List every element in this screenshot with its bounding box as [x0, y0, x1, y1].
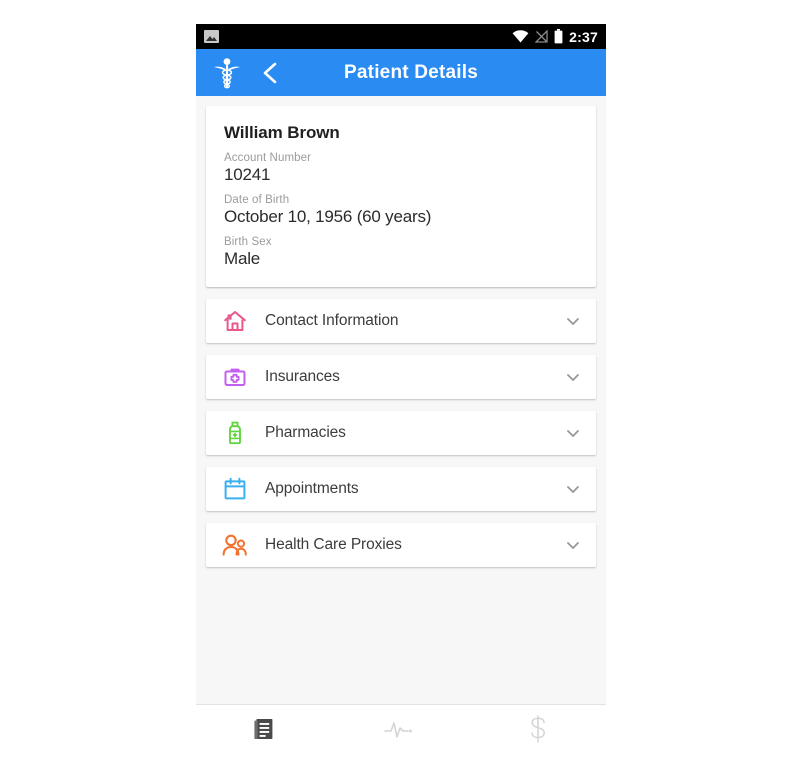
accordion-label-appointments: Appointments [265, 480, 359, 497]
chevron-down-icon[interactable] [564, 368, 582, 386]
tab-vitals[interactable] [333, 705, 470, 743]
back-chevron-icon [263, 62, 277, 83]
accordion-label-contact-information: Contact Information [265, 312, 399, 329]
accordion-section: Contact Information Insurances Pharmacie… [196, 299, 606, 567]
account-number-label: Account Number [224, 152, 312, 164]
battery-icon [554, 29, 563, 44]
people-icon [222, 532, 248, 558]
status-bar: 2:37 [196, 24, 606, 49]
tab-documents[interactable] [196, 705, 333, 743]
birth-sex-value: Male [224, 249, 261, 268]
patient-summary-card: William Brown Account Number 10241 Date … [206, 106, 596, 287]
dollar-sign-icon [530, 715, 545, 743]
accordion-label-insurances: Insurances [265, 368, 340, 385]
accordion-row-insurances[interactable]: Insurances [206, 355, 596, 399]
accordion-row-health-care-proxies[interactable]: Health Care Proxies [206, 523, 596, 567]
back-button[interactable] [254, 56, 288, 90]
accordion-label-health-care-proxies: Health Care Proxies [265, 536, 402, 553]
calendar-icon [222, 476, 248, 502]
status-bar-clock: 2:37 [569, 28, 598, 45]
wifi-icon [512, 30, 529, 43]
app-bar: Patient Details [196, 49, 606, 96]
accordion-row-contact-information[interactable]: Contact Information [206, 299, 596, 343]
signal-off-icon [535, 30, 548, 43]
accordion-label-pharmacies: Pharmacies [265, 424, 346, 441]
date-of-birth-label: Date of Birth [224, 194, 290, 206]
accordion-row-pharmacies[interactable]: Pharmacies [206, 411, 596, 455]
patient-name: William Brown [224, 123, 340, 142]
tab-billing[interactable] [469, 705, 606, 743]
page-title: Patient Details [344, 61, 478, 83]
account-number-value: 10241 [224, 165, 271, 184]
phone-screen: 2:37 Patient Details William Brown Accou… [196, 24, 606, 743]
first-aid-kit-icon [222, 364, 248, 390]
content-area: William Brown Account Number 10241 Date … [196, 96, 606, 704]
accordion-row-appointments[interactable]: Appointments [206, 467, 596, 511]
document-list-icon [254, 719, 273, 739]
status-bar-left [204, 30, 219, 43]
vitals-heartbeat-icon [384, 722, 412, 738]
date-of-birth-value: October 10, 1956 (60 years) [224, 207, 432, 226]
bottom-tab-bar [196, 704, 606, 743]
image-notification-icon [204, 30, 219, 43]
status-bar-right: 2:37 [512, 29, 598, 45]
chevron-down-icon[interactable] [564, 536, 582, 554]
medicine-bottle-icon [222, 420, 248, 446]
chevron-down-icon[interactable] [564, 480, 582, 498]
house-icon [222, 308, 248, 334]
caduceus-logo-icon [214, 57, 240, 88]
chevron-down-icon[interactable] [564, 424, 582, 442]
chevron-down-icon[interactable] [564, 312, 582, 330]
birth-sex-label: Birth Sex [224, 236, 272, 248]
